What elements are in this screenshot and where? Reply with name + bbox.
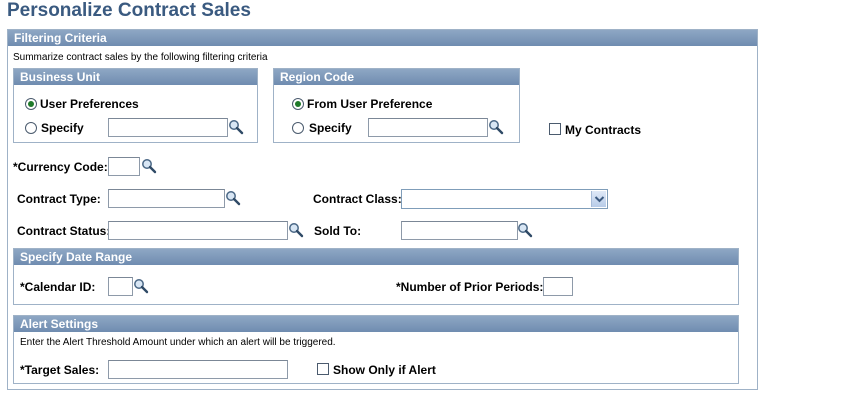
show-only-if-alert-label: Show Only if Alert [333, 363, 436, 377]
contract-status-input[interactable] [108, 221, 288, 240]
target-sales-label: *Target Sales: [20, 363, 100, 377]
currency-code-input[interactable] [108, 157, 140, 176]
contract-type-label: Contract Type: [17, 192, 101, 206]
magnifier-icon[interactable] [133, 278, 149, 294]
calendar-id-input[interactable] [108, 277, 133, 296]
my-contracts-checkbox[interactable] [549, 123, 561, 135]
rc-user-preference-label: From User Preference [307, 97, 433, 111]
my-contracts-label: My Contracts [565, 123, 642, 137]
rc-specify-label: Specify [309, 121, 352, 135]
show-only-if-alert-checkbox[interactable] [317, 363, 329, 375]
filtering-description: Summarize contract sales by the followin… [13, 52, 268, 63]
rc-user-preference-radio[interactable] [292, 98, 304, 110]
magnifier-icon[interactable] [488, 119, 504, 135]
bu-user-preferences-radio[interactable] [25, 98, 37, 110]
contract-class-label: Contract Class: [313, 192, 402, 206]
contract-status-label: Contract Status: [17, 224, 111, 238]
sold-to-label: Sold To: [314, 224, 362, 238]
magnifier-icon[interactable] [288, 222, 304, 238]
bu-specify-radio[interactable] [25, 122, 37, 134]
rc-specify-radio[interactable] [292, 122, 304, 134]
prior-periods-input[interactable] [543, 277, 573, 296]
contract-type-input[interactable] [108, 189, 225, 208]
sold-to-input[interactable] [401, 221, 518, 240]
page-title: Personalize Contract Sales [7, 0, 251, 21]
magnifier-icon[interactable] [141, 158, 157, 174]
region-code-header: Region Code [274, 69, 519, 85]
chevron-down-icon[interactable] [591, 191, 606, 207]
bu-specify-input[interactable] [108, 118, 228, 137]
magnifier-icon[interactable] [228, 119, 244, 135]
rc-specify-input[interactable] [368, 118, 488, 137]
alert-settings-header: Alert Settings [14, 316, 738, 332]
currency-code-label: *Currency Code: [13, 160, 108, 174]
magnifier-icon[interactable] [225, 190, 241, 206]
target-sales-input[interactable] [108, 360, 288, 379]
bu-specify-label: Specify [41, 121, 84, 135]
contract-class-select[interactable] [401, 189, 608, 209]
bu-user-preferences-label: User Preferences [40, 97, 139, 111]
calendar-id-label: *Calendar ID: [20, 280, 96, 294]
alert-description: Enter the Alert Threshold Amount under w… [20, 337, 336, 348]
filtering-criteria-header: Filtering Criteria [8, 30, 757, 46]
magnifier-icon[interactable] [517, 222, 533, 238]
business-unit-header: Business Unit [14, 69, 257, 85]
prior-periods-label: *Number of Prior Periods: [396, 280, 544, 294]
date-range-header: Specify Date Range [14, 249, 738, 265]
